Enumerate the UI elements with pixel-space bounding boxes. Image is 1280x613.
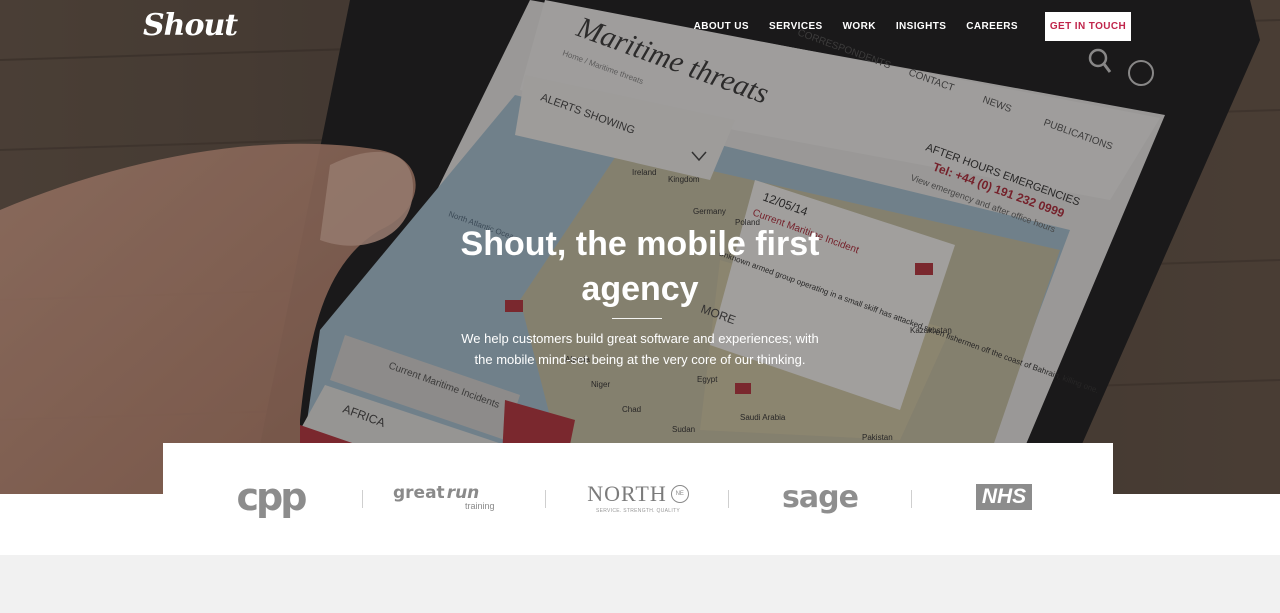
client-logo-nhs: NHS xyxy=(963,473,1045,521)
sage-logo-text: sage xyxy=(782,479,859,515)
north-logo-sub: SERVICE. STRENGTH. QUALITY xyxy=(595,507,681,514)
nhs-logo-text: NHS xyxy=(975,484,1033,510)
logo-divider xyxy=(728,490,729,508)
greatrun-logo-sub: training xyxy=(465,501,495,511)
nav-services[interactable]: SERVICES xyxy=(769,13,823,41)
nav-insights[interactable]: INSIGHTS xyxy=(896,13,946,41)
logo-divider xyxy=(362,490,363,508)
greatrun-logo-run: run xyxy=(446,483,480,503)
get-in-touch-button[interactable]: GET IN TOUCH xyxy=(1045,12,1131,41)
headline-line-1: Shout, the mobile first xyxy=(460,225,820,263)
cpp-logo-text: cpp xyxy=(236,475,308,519)
client-logo-north: NORTH NE SERVICE. STRENGTH. QUALITY xyxy=(583,473,693,521)
nav-work[interactable]: WORK xyxy=(843,13,876,41)
logo-divider xyxy=(545,490,546,508)
brand-logo[interactable]: Shout xyxy=(143,8,238,43)
nav-about-us[interactable]: ABOUT US xyxy=(694,13,749,41)
main-nav: ABOUT US SERVICES WORK INSIGHTS CAREERS … xyxy=(674,12,1280,41)
logo-divider xyxy=(911,490,912,508)
hero-section: Maritime threats Home / Maritime threats… xyxy=(0,0,1280,494)
hero-headline: Shout, the mobile first agency xyxy=(390,222,890,312)
client-logo-sage: sage xyxy=(775,473,865,521)
nav-careers[interactable]: CAREERS xyxy=(966,13,1018,41)
headline-line-2: agency xyxy=(581,270,699,308)
tagline-line-1: We help customers build great software a… xyxy=(461,331,819,346)
greatrun-logo-great: great xyxy=(393,483,445,503)
north-logo-text: NORTH xyxy=(587,480,667,506)
hero-tagline: We help customers build great software a… xyxy=(400,328,880,370)
north-badge-icon: NE xyxy=(670,484,689,503)
headline-divider xyxy=(612,318,662,319)
client-logo-greatrun: great run training xyxy=(393,473,513,521)
client-logos: cpp great run training NORTH NE SERVICE.… xyxy=(163,443,1113,555)
tagline-line-2: the mobile mind-set being at the very co… xyxy=(474,352,806,367)
client-logo-cpp: cpp xyxy=(223,473,318,521)
